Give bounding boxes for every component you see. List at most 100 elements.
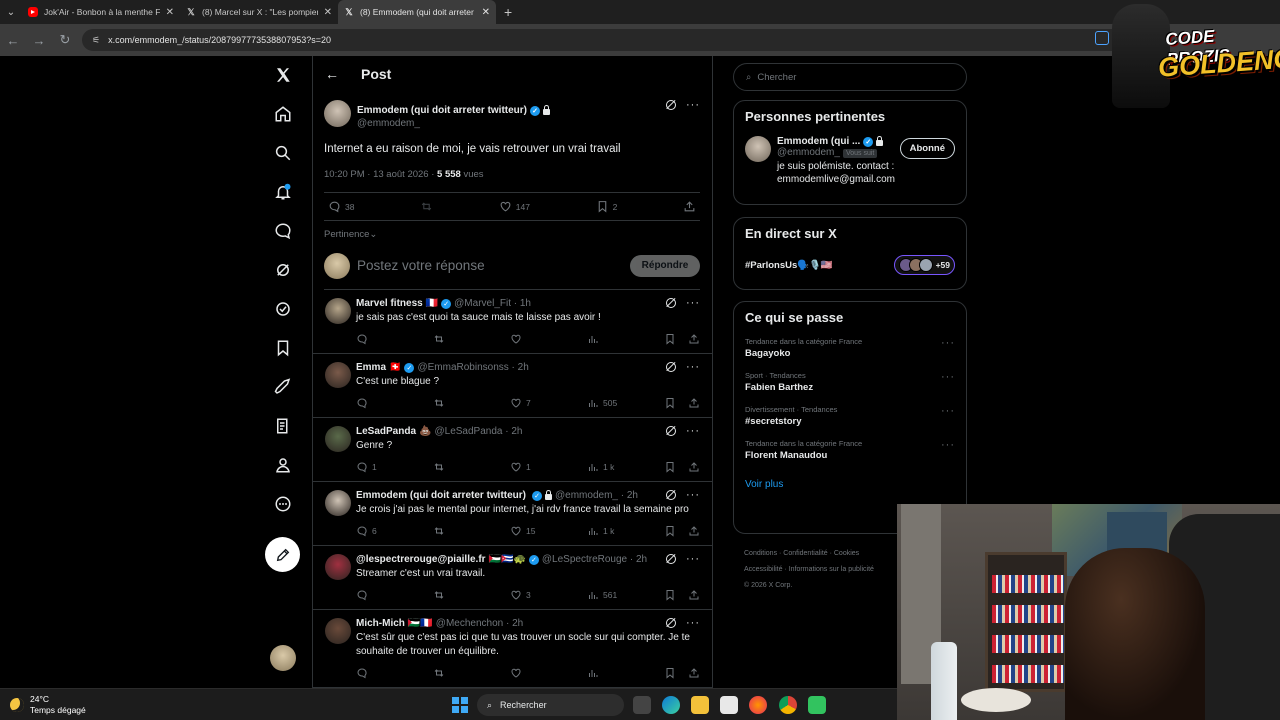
more-options-icon[interactable]: ···: [686, 618, 700, 629]
live-space[interactable]: #ParlonsUs🗣️🎙️🇺🇸 +59: [745, 255, 955, 275]
messages-icon[interactable]: [270, 218, 296, 244]
like-button[interactable]: [510, 667, 587, 679]
windows-start-icon[interactable]: [452, 697, 468, 713]
repost-button[interactable]: [433, 589, 510, 601]
reply-author-name[interactable]: @lespectrerouge@piaille.fr: [356, 554, 486, 565]
reply-button[interactable]: [356, 397, 433, 409]
new-tab-button[interactable]: +: [504, 4, 512, 20]
repost-button[interactable]: [433, 397, 510, 409]
chrome-icon[interactable]: [779, 696, 797, 714]
bookmark-icon[interactable]: [664, 333, 676, 345]
explore-search-icon[interactable]: [270, 140, 296, 166]
repost-button[interactable]: [433, 667, 510, 679]
bookmark-icon[interactable]: [664, 589, 676, 601]
reply-author-name[interactable]: Mich-Mich: [356, 618, 405, 629]
notifications-bell-icon[interactable]: [270, 179, 296, 205]
more-options-icon[interactable]: ···: [686, 362, 700, 373]
views-button[interactable]: 561: [587, 589, 664, 601]
taskbar-search[interactable]: ⌕ Rechercher: [477, 694, 624, 716]
reply-author-name[interactable]: Emma: [356, 362, 386, 373]
views-button[interactable]: [587, 333, 664, 345]
bookmark-icon[interactable]: [664, 525, 676, 537]
grok-icon[interactable]: [666, 554, 676, 564]
share-button[interactable]: [683, 200, 696, 213]
lists-icon[interactable]: [270, 413, 296, 439]
close-icon[interactable]: ✕: [166, 7, 174, 18]
firefox-icon[interactable]: [749, 696, 767, 714]
site-info-icon[interactable]: ⚟: [92, 35, 100, 46]
person-name[interactable]: Emmodem (qui ...: [777, 136, 860, 147]
grok-icon[interactable]: [666, 362, 676, 372]
forward-icon[interactable]: →: [26, 33, 52, 48]
more-options-icon[interactable]: ···: [941, 405, 955, 417]
reply-button[interactable]: 6: [356, 525, 433, 537]
tab-marcel[interactable]: 𝕏 (8) Marcel sur X : "Les pompiers ✕: [180, 0, 338, 24]
author-name[interactable]: Emmodem (qui doit arreter twitteur): [357, 105, 527, 116]
like-button[interactable]: 7: [510, 397, 587, 409]
home-icon[interactable]: [270, 101, 296, 127]
see-more-link[interactable]: Voir plus: [745, 479, 955, 490]
repost-button[interactable]: [420, 200, 433, 213]
like-button[interactable]: 15: [510, 525, 587, 537]
reply-handle-time[interactable]: @emmodem_ · 2h: [555, 490, 638, 501]
reload-icon[interactable]: ↻: [52, 32, 78, 48]
reply-post[interactable]: ··· Marvel fitness 🇫🇷 ✓ @Marvel_Fit · 1h…: [313, 290, 712, 354]
repost-button[interactable]: [433, 525, 510, 537]
grok-icon[interactable]: [270, 257, 296, 283]
task-view-icon[interactable]: [633, 696, 651, 714]
reply-input[interactable]: Postez votre réponse: [357, 258, 630, 273]
close-icon[interactable]: ✕: [482, 7, 490, 18]
views-button[interactable]: 505: [587, 397, 664, 409]
more-options-icon[interactable]: ···: [686, 490, 700, 501]
share-icon[interactable]: [688, 667, 700, 679]
grok-icon[interactable]: [666, 426, 676, 436]
like-button[interactable]: 147: [499, 200, 530, 213]
like-button[interactable]: 3: [510, 589, 587, 601]
trend-item[interactable]: Tendance dans la catégorie France Floren…: [745, 439, 955, 461]
reply-author-name[interactable]: LeSadPanda: [356, 426, 416, 437]
reply-post[interactable]: ··· Emma 🇨🇭 ✓ @EmmaRobinsonss · 2h C'est…: [313, 354, 712, 418]
repost-button[interactable]: [433, 333, 510, 345]
store-icon[interactable]: [720, 696, 738, 714]
bookmark-button[interactable]: 2: [596, 200, 617, 213]
views-button[interactable]: 1 k: [587, 525, 664, 537]
tab-search-icon[interactable]: ⌄: [0, 0, 22, 24]
relevant-person[interactable]: Emmodem (qui ... ✓ @emmodem_ Vous suit je …: [745, 136, 955, 186]
more-options-icon[interactable]: ···: [941, 371, 955, 383]
sort-dropdown[interactable]: Pertinence⌄: [324, 229, 700, 240]
grok-icon[interactable]: [666, 100, 676, 110]
reply-button[interactable]: [356, 589, 433, 601]
reply-button[interactable]: [356, 667, 433, 679]
repost-button[interactable]: [433, 461, 510, 473]
bookmark-icon[interactable]: [664, 397, 676, 409]
share-icon[interactable]: [688, 397, 700, 409]
person-avatar[interactable]: [745, 136, 771, 162]
trend-item[interactable]: Sport · Tendances Fabien Barthez ···: [745, 371, 955, 393]
reply-handle-time[interactable]: @Marvel_Fit · 1h: [454, 298, 531, 309]
reply-handle-time[interactable]: @Mechenchon · 2h: [436, 618, 523, 629]
views-button[interactable]: 1 k: [587, 461, 664, 473]
reply-avatar[interactable]: [325, 618, 351, 644]
reply-handle-time[interactable]: @LeSpectreRouge · 2h: [542, 554, 647, 565]
reply-avatar[interactable]: [325, 362, 351, 388]
reply-author-name[interactable]: Emmodem (qui doit arreter twitteur): [356, 490, 526, 501]
profile-icon[interactable]: [270, 452, 296, 478]
bookmark-icon[interactable]: [664, 461, 676, 473]
reply-avatar[interactable]: [325, 426, 351, 452]
following-button[interactable]: Abonné: [899, 138, 955, 159]
more-options-icon[interactable]: ···: [686, 298, 700, 309]
tab-youtube[interactable]: Jok'Air - Bonbon à la menthe F ✕: [22, 0, 180, 24]
x-logo-icon[interactable]: [270, 62, 296, 88]
reply-submit-button[interactable]: Répondre: [630, 254, 700, 277]
reply-button[interactable]: [356, 333, 433, 345]
reply-post[interactable]: ··· Mich-Mich 🇵🇸🇫🇷 @Mechenchon · 2h C'es…: [313, 610, 712, 688]
reply-post[interactable]: ··· LeSadPanda 💩 @LeSadPanda · 2h Genre …: [313, 418, 712, 482]
share-icon[interactable]: [688, 333, 700, 345]
footer-line[interactable]: Accessibilité · Informations sur la publ…: [744, 562, 904, 578]
reply-avatar[interactable]: [325, 490, 351, 516]
reply-button[interactable]: 38: [328, 200, 354, 213]
app-icon[interactable]: [808, 696, 826, 714]
edge-icon[interactable]: [662, 696, 680, 714]
reply-avatar[interactable]: [325, 554, 351, 580]
jobs-rocket-icon[interactable]: [270, 374, 296, 400]
